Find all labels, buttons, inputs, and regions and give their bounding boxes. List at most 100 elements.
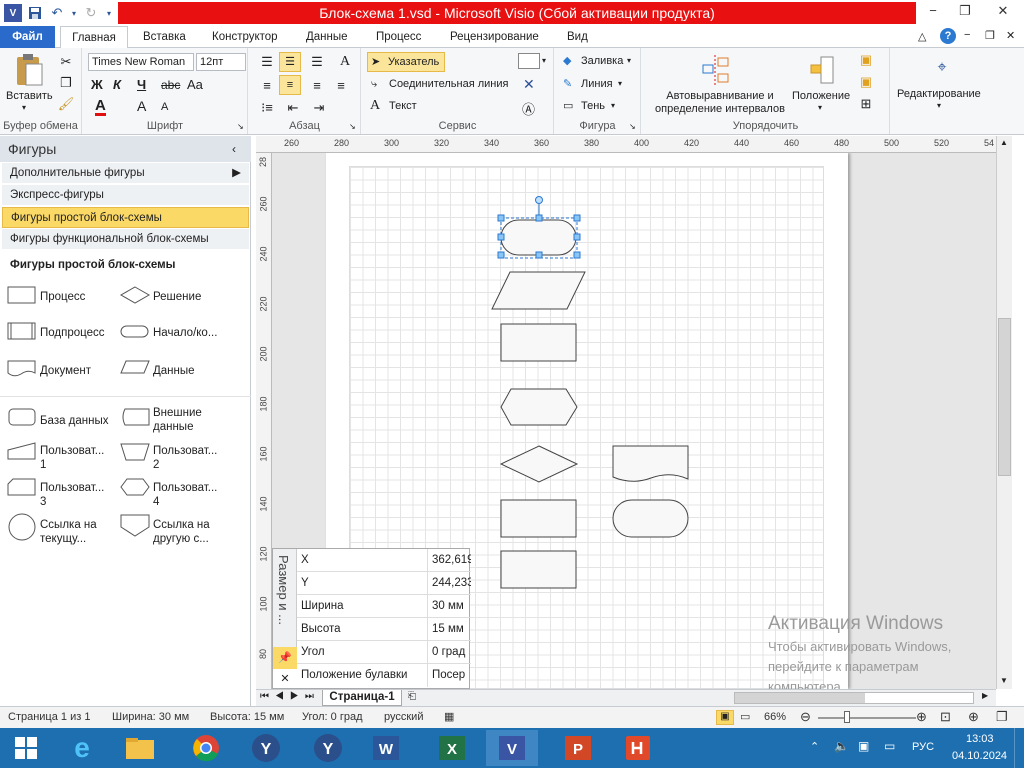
page-nav-icons[interactable]: ⏮◀▶⏭ [260, 691, 320, 702]
zoom-slider-thumb[interactable] [844, 711, 850, 723]
bullets-icon[interactable]: ⁝≡ [257, 98, 277, 118]
stencil-process[interactable]: Процесс [40, 290, 85, 304]
stencil-data[interactable]: Данные [153, 364, 195, 378]
insert-page-icon[interactable]: ⎗ [408, 691, 416, 702]
powerpoint-taskbar-icon[interactable]: P [552, 730, 604, 766]
tab-process[interactable]: Процесс [368, 26, 429, 48]
basic-flowchart-item[interactable]: Фигуры простой блок-схемы [2, 207, 249, 228]
stencil-custom-1[interactable]: Пользоват... 1 [40, 444, 112, 472]
status-language[interactable]: русский [384, 711, 423, 723]
align-right-icon[interactable]: ≡ [307, 75, 327, 95]
position-dropdown-icon[interactable]: ▾ [818, 103, 822, 112]
undo-dropdown-icon[interactable]: ▾ [70, 4, 78, 22]
tray-chevron-icon[interactable]: ⌃ [810, 740, 819, 753]
zoom-slider[interactable] [818, 717, 916, 719]
fill-button[interactable]: Заливка [581, 55, 623, 67]
scroll-right-icon[interactable]: ▶ [982, 691, 988, 700]
doc-minimize-icon[interactable]: − [964, 29, 970, 41]
paste-dropdown-icon[interactable]: ▾ [22, 103, 26, 112]
battery-icon[interactable]: ▭ [884, 739, 895, 753]
chrome-taskbar-icon[interactable] [180, 730, 232, 766]
italic-button[interactable]: К [113, 77, 121, 92]
connector-tool-button[interactable]: Соединительная линия [389, 78, 508, 90]
font-color-button[interactable]: A [95, 98, 106, 116]
document-shape[interactable] [612, 445, 689, 482]
stencil-custom-4[interactable]: Пользоват... 4 [153, 481, 225, 509]
status-page[interactable]: Страница 1 из 1 [8, 711, 90, 723]
paste-icon[interactable] [12, 52, 46, 88]
doc-restore-icon[interactable]: ❐ [985, 29, 995, 42]
stencil-custom-2[interactable]: Пользоват... 2 [153, 444, 225, 472]
size-row-value[interactable]: 244,233 [427, 572, 471, 595]
shrink-font-button[interactable]: A [161, 101, 168, 113]
zoom-in-icon[interactable]: ⊕ [916, 709, 927, 725]
tab-file[interactable]: Файл [0, 26, 55, 48]
tab-home[interactable]: Главная [60, 26, 128, 49]
pan-zoom-icon[interactable]: ⊕ [968, 709, 979, 725]
pin-icon[interactable]: 📌 [273, 647, 297, 669]
format-painter-icon[interactable]: 🖌 [58, 96, 75, 112]
visio-taskbar-icon[interactable]: V [486, 730, 538, 766]
align-bottom-icon[interactable]: ☰ [307, 52, 327, 72]
stencil-off-page-ref[interactable]: Ссылка на другую с... [153, 518, 231, 546]
size-row-value[interactable]: 15 мм [427, 618, 471, 641]
decrease-indent-icon[interactable]: ⇤ [283, 98, 303, 118]
scroll-down-icon[interactable]: ▼ [1000, 676, 1008, 685]
more-shapes-item[interactable]: Дополнительные фигуры ▶ [2, 163, 249, 184]
size-row-value[interactable]: 362,619 [427, 549, 471, 572]
tab-review[interactable]: Рецензирование [442, 26, 547, 48]
minimize-button[interactable]: − [916, 0, 950, 24]
align-middle-button[interactable]: ☰ [279, 52, 301, 72]
tab-design[interactable]: Конструктор [204, 26, 286, 48]
group-icon[interactable]: ⊞ [858, 96, 874, 112]
bring-front-icon[interactable]: ▣ [858, 52, 874, 68]
strikethrough-button[interactable]: abc [161, 78, 180, 92]
size-row-value[interactable]: Посер [427, 664, 471, 687]
horizontal-scrollbar[interactable] [734, 692, 974, 704]
stencil-custom-3[interactable]: Пользоват... 3 [40, 481, 112, 509]
clock-date[interactable]: 04.10.2024 [952, 750, 1007, 762]
full-screen-icon[interactable]: ▭ [740, 710, 750, 723]
ie-taskbar-icon[interactable]: e [56, 730, 108, 766]
rectangle-tool-icon[interactable] [518, 53, 540, 69]
shadow-dropdown-icon[interactable]: ▾ [611, 101, 615, 110]
start-button[interactable] [0, 730, 52, 766]
macro-record-icon[interactable]: ▦ [444, 710, 454, 723]
tab-view[interactable]: Вид [559, 26, 596, 48]
data-shape[interactable] [491, 271, 586, 310]
word-taskbar-icon[interactable]: W [360, 730, 412, 766]
drawing-tools-dropdown-icon[interactable]: ▾ [542, 56, 546, 65]
increase-indent-icon[interactable]: ⇥ [309, 98, 329, 118]
binoculars-icon[interactable]: ⌖ [927, 54, 957, 82]
network-icon[interactable]: ▣ [858, 739, 869, 753]
visio-app-icon[interactable]: V [4, 4, 22, 22]
horizontal-scroll-thumb[interactable] [735, 693, 865, 703]
align-top-icon[interactable]: ☰ [257, 52, 277, 72]
yandex-taskbar-icon[interactable]: Y [240, 730, 292, 766]
vertical-scrollbar[interactable]: ▲ ▼ [996, 136, 1012, 689]
vertical-scroll-thumb[interactable] [998, 318, 1011, 476]
fill-dropdown-icon[interactable]: ▾ [627, 56, 631, 65]
process-shape-1[interactable] [500, 323, 577, 362]
stencil-start-end[interactable]: Начало/ко... [153, 326, 217, 340]
grow-font-button[interactable]: A [137, 98, 146, 114]
paragraph-dialog-launcher-icon[interactable]: ↘ [349, 122, 356, 131]
page-tab-1[interactable]: Страница-1 [322, 690, 402, 706]
stencil-subprocess[interactable]: Подпроцесс [40, 326, 105, 340]
stencil-on-page-ref[interactable]: Ссылка на текущу... [40, 518, 112, 546]
redo-icon[interactable]: ↻ [82, 4, 100, 22]
font-size-select[interactable]: 12пт [196, 53, 246, 71]
align-left-icon[interactable]: ≡ [257, 75, 277, 95]
clock-time[interactable]: 13:03 [966, 733, 994, 745]
excel-taskbar-icon[interactable]: X [426, 730, 478, 766]
change-case-button[interactable]: Aa [187, 77, 203, 92]
justify-icon[interactable]: ≡ [331, 75, 351, 95]
position-icon[interactable] [808, 54, 838, 86]
line-button[interactable]: Линия [581, 78, 613, 90]
editing-button[interactable]: Редактирование [897, 88, 981, 100]
text-direction-icon[interactable]: A [335, 52, 355, 72]
collapse-pane-icon[interactable]: ‹ [232, 142, 236, 156]
restore-button[interactable]: ❐ [948, 0, 982, 24]
auto-align-button[interactable]: Автовыравнивание и определение интервало… [650, 90, 790, 116]
zoom-level[interactable]: 66% [764, 711, 786, 723]
